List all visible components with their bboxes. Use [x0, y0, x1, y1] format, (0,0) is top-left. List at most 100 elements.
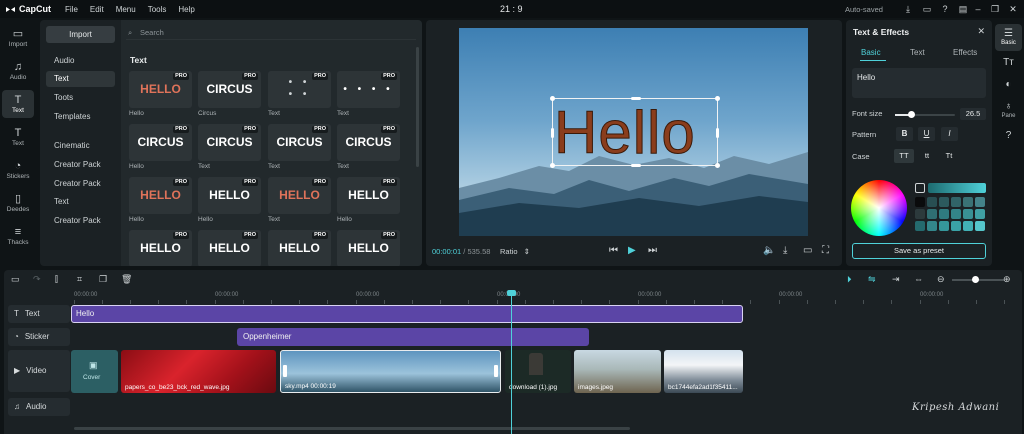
download-icon[interactable]: ⤓: [903, 4, 913, 14]
video-clip-images[interactable]: images.jpeg: [574, 350, 661, 393]
duplicate-icon[interactable]: ❐: [99, 274, 107, 285]
accent-color-bar[interactable]: [928, 183, 986, 193]
tab-basic[interactable]: Basic: [861, 48, 881, 57]
split-icon[interactable]: ⫿: [55, 274, 58, 285]
monitor-icon[interactable]: ▭: [803, 245, 812, 256]
eyedropper-swatch[interactable]: [915, 183, 925, 193]
category-cinematic[interactable]: Cinematic: [46, 138, 115, 154]
search-input[interactable]: ⌕ Search: [126, 26, 416, 40]
zoom-out-icon[interactable]: ⊖: [937, 274, 945, 285]
underline-button[interactable]: U: [918, 127, 935, 141]
category-creator-pack[interactable]: Creator Pack: [46, 157, 115, 173]
color-swatch[interactable]: [915, 221, 925, 231]
resize-handle-tr[interactable]: [715, 96, 720, 101]
rail-stickers[interactable]: ◔ Stickers: [2, 156, 34, 184]
color-swatch[interactable]: [939, 197, 949, 207]
text-template-tile[interactable]: CIRCUS PRO: [129, 124, 192, 161]
clip-trim-handle-right[interactable]: [494, 365, 498, 377]
minimize-icon[interactable]: –: [973, 4, 983, 14]
preview-canvas[interactable]: Hello: [459, 28, 808, 236]
text-template-tile[interactable]: HELLO PRO: [198, 177, 261, 214]
export-frame-icon[interactable]: ⤓: [783, 245, 787, 256]
text-template-tile[interactable]: HELLO PRO: [198, 230, 261, 266]
resize-handle-br[interactable]: [715, 163, 720, 168]
color-swatch[interactable]: [951, 209, 961, 219]
play-icon[interactable]: ▶: [628, 245, 636, 256]
folder-icon[interactable]: ▭: [11, 274, 20, 285]
close-icon[interactable]: ✕: [977, 26, 985, 37]
color-swatch[interactable]: [951, 221, 961, 231]
text-template-tile[interactable]: HELLO PRO: [268, 230, 331, 266]
text-template-tile[interactable]: HELLO PRO: [129, 71, 192, 108]
text-template-tile[interactable]: HELLO PRO: [337, 177, 400, 214]
track-header-video[interactable]: ▶ Video: [8, 350, 70, 392]
case-upper-button[interactable]: TT: [894, 149, 914, 163]
next-frame-icon[interactable]: ⏭: [648, 245, 657, 256]
rail-thacks[interactable]: ≡ Thacks: [2, 222, 34, 250]
magnet-icon[interactable]: ⇋: [868, 274, 876, 285]
tab-effects[interactable]: Effects: [953, 48, 977, 57]
text-template-tile[interactable]: HELLO PRO: [129, 230, 192, 266]
ratio-dropdown[interactable]: Ratio ⇕: [500, 247, 530, 256]
text-template-tile[interactable]: • • • • PRO: [337, 71, 400, 108]
color-wheel[interactable]: [851, 180, 907, 236]
zoom-slider-knob[interactable]: [972, 276, 979, 283]
text-template-tile[interactable]: • • • • PRO: [268, 71, 331, 108]
text-template-tile[interactable]: HELLO PRO: [268, 177, 331, 214]
video-clip-sky-selected[interactable]: sky.mp4 00:00:19: [280, 350, 501, 393]
rrail-basic[interactable]: ☰ Basic: [995, 24, 1022, 51]
zoom-in-icon[interactable]: ⊕: [1003, 274, 1011, 285]
menu-help[interactable]: Help: [178, 5, 194, 14]
link-icon[interactable]: ⇥: [892, 274, 900, 285]
crop-icon[interactable]: ⌗: [77, 274, 82, 285]
color-swatch[interactable]: [963, 197, 973, 207]
menu-tools[interactable]: Tools: [148, 5, 167, 14]
color-swatch[interactable]: [975, 221, 985, 231]
font-size-slider[interactable]: [895, 114, 955, 116]
playhead[interactable]: [511, 293, 512, 434]
bold-button[interactable]: B: [896, 127, 913, 141]
rrail-pane[interactable]: ♁ Pane: [995, 97, 1022, 124]
resize-handle-left[interactable]: [551, 128, 554, 138]
category-text-active[interactable]: Text: [46, 71, 115, 87]
color-swatch[interactable]: [951, 197, 961, 207]
color-swatch[interactable]: [939, 209, 949, 219]
volume-icon[interactable]: 🔈: [763, 245, 775, 256]
rail-text-active[interactable]: T Text: [2, 90, 34, 118]
rail-deedes[interactable]: ▯ Deedes: [2, 189, 34, 217]
resize-handle-bottom[interactable]: [631, 164, 641, 167]
menu-menu[interactable]: Menu: [116, 5, 136, 14]
color-swatch[interactable]: [975, 209, 985, 219]
video-clip-red-wave[interactable]: papers_co_be23_bck_red_wave.jpg: [121, 350, 276, 393]
menu-file[interactable]: File: [65, 5, 78, 14]
track-header-text[interactable]: T Text: [8, 305, 70, 323]
font-size-slider-knob[interactable]: [908, 111, 916, 118]
text-template-tile[interactable]: CIRCUS PRO: [198, 71, 261, 108]
rail-import[interactable]: ▭ Import: [2, 24, 34, 52]
category-toots[interactable]: Toots: [46, 90, 115, 106]
rail-audio[interactable]: ♫ Audio: [2, 57, 34, 85]
tab-text[interactable]: Text: [910, 48, 925, 57]
text-content-field[interactable]: Hello: [852, 68, 986, 98]
cover-button[interactable]: ▣ Cover: [71, 350, 118, 393]
track-header-audio[interactable]: ♫ Audio: [8, 398, 70, 416]
text-template-tile[interactable]: HELLO PRO: [337, 230, 400, 266]
italic-button[interactable]: I: [941, 127, 958, 141]
category-text[interactable]: Text: [46, 194, 115, 210]
prev-frame-icon[interactable]: ⏮: [609, 245, 618, 256]
delete-icon[interactable]: 🗑: [121, 274, 132, 285]
color-swatch[interactable]: [915, 209, 925, 219]
category-audio[interactable]: Audio: [46, 53, 115, 69]
fullscreen-icon[interactable]: ⛶: [822, 245, 829, 256]
text-template-tile[interactable]: CIRCUS PRO: [268, 124, 331, 161]
preview-axis-icon[interactable]: ⇔: [914, 274, 923, 284]
video-clip-download[interactable]: download (1).jpg: [505, 350, 571, 393]
rrail-help[interactable]: ?: [995, 126, 1022, 153]
close-icon[interactable]: ✕: [1008, 4, 1018, 14]
clip-trim-handle-left[interactable]: [283, 365, 287, 377]
color-swatch[interactable]: [939, 221, 949, 231]
resize-handle-top[interactable]: [631, 97, 641, 100]
color-swatch[interactable]: [915, 197, 925, 207]
help-icon[interactable]: ?: [940, 4, 950, 14]
track-header-sticker[interactable]: ◔ Sticker: [8, 328, 70, 346]
